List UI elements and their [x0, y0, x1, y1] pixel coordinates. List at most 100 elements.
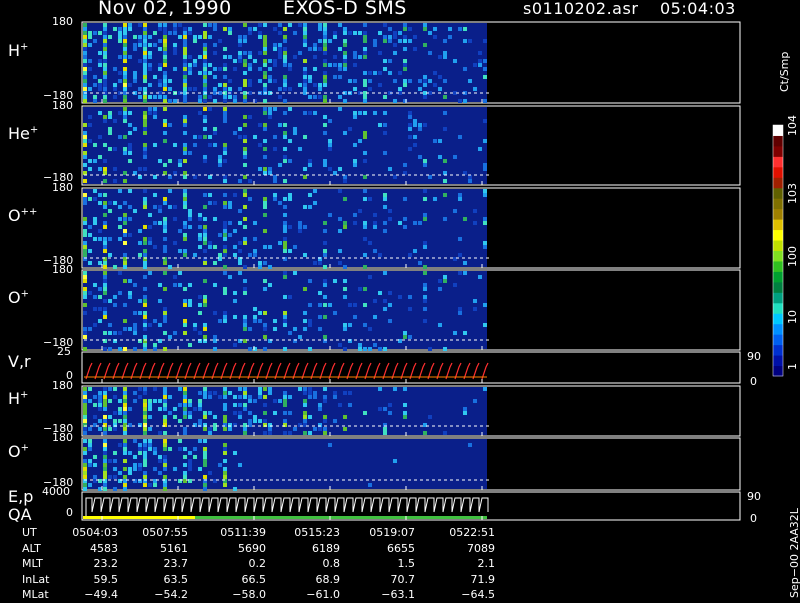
count-cell [133, 391, 137, 395]
count-cell [143, 403, 147, 407]
count-cell [368, 197, 372, 201]
count-cell [83, 151, 87, 155]
count-cell [83, 287, 87, 291]
count-cell [213, 201, 217, 205]
count-cell [123, 327, 127, 331]
count-cell [273, 179, 277, 183]
count-cell [433, 83, 437, 87]
count-cell [213, 217, 217, 221]
count-cell [123, 179, 127, 183]
count-cell [243, 403, 247, 407]
count-cell [223, 47, 227, 51]
count-cell [273, 319, 277, 323]
count-cell [163, 431, 167, 435]
count-cell [473, 87, 477, 91]
count-cell [243, 427, 247, 431]
count-cell [393, 99, 397, 103]
count-cell [338, 63, 342, 67]
count-cell [138, 311, 142, 315]
count-cell [323, 51, 327, 55]
colorbar-segment [773, 166, 783, 178]
count-cell [143, 123, 147, 127]
count-cell [118, 205, 122, 209]
count-cell [263, 387, 267, 391]
count-cell [148, 399, 152, 403]
count-cell [138, 35, 142, 39]
count-cell [248, 67, 252, 71]
count-cell [133, 283, 137, 287]
count-cell [143, 323, 147, 327]
count-cell [223, 193, 227, 197]
count-cell [163, 311, 167, 315]
count-cell [388, 167, 392, 171]
count-cell [463, 67, 467, 71]
count-cell [358, 139, 362, 143]
count-cell [143, 35, 147, 39]
count-cell [223, 67, 227, 71]
count-cell [223, 391, 227, 395]
count-cell [183, 119, 187, 123]
count-cell [228, 221, 232, 225]
count-cell [408, 147, 412, 151]
count-cell [423, 265, 427, 269]
count-cell [243, 279, 247, 283]
count-cell [378, 253, 382, 257]
count-cell [138, 451, 142, 455]
count-cell [188, 71, 192, 75]
count-cell [148, 51, 152, 55]
count-cell [378, 123, 382, 127]
count-cell [233, 291, 237, 295]
count-cell [308, 347, 312, 351]
count-cell [248, 115, 252, 119]
count-cell [143, 151, 147, 155]
count-cell [268, 387, 272, 391]
count-cell [83, 311, 87, 315]
count-cell [188, 209, 192, 213]
count-cell [83, 335, 87, 339]
count-cell [83, 59, 87, 63]
count-cell [163, 225, 167, 229]
count-cell [328, 143, 332, 147]
count-cell [478, 59, 482, 63]
count-cell [473, 299, 477, 303]
count-cell [363, 135, 367, 139]
count-cell [133, 35, 137, 39]
count-cell [333, 395, 337, 399]
count-cell [188, 463, 192, 467]
count-cell [148, 213, 152, 217]
ephemeris-value: 5161 [160, 541, 188, 555]
count-cell [103, 307, 107, 311]
count-cell [218, 319, 222, 323]
count-cell [318, 303, 322, 307]
count-cell [303, 83, 307, 87]
count-cell [143, 343, 147, 347]
count-cell [103, 201, 107, 205]
count-cell [383, 193, 387, 197]
count-cell [208, 411, 212, 415]
count-cell [343, 197, 347, 201]
count-cell [168, 265, 172, 269]
count-cell [183, 47, 187, 51]
count-cell [183, 399, 187, 403]
count-cell [88, 399, 92, 403]
count-cell [338, 249, 342, 253]
count-cell [243, 189, 247, 193]
count-cell [98, 295, 102, 299]
count-cell [83, 331, 87, 335]
count-cell [143, 167, 147, 171]
count-cell [103, 347, 107, 351]
count-cell [323, 387, 327, 391]
count-cell [303, 111, 307, 115]
count-cell [238, 463, 242, 467]
count-cell [208, 95, 212, 99]
count-cell [308, 431, 312, 435]
count-cell [188, 399, 192, 403]
count-cell [388, 27, 392, 31]
count-cell [348, 391, 352, 395]
count-cell [213, 335, 217, 339]
count-cell [143, 127, 147, 131]
count-cell [283, 205, 287, 209]
count-cell [443, 51, 447, 55]
count-cell [458, 193, 462, 197]
count-cell [98, 407, 102, 411]
